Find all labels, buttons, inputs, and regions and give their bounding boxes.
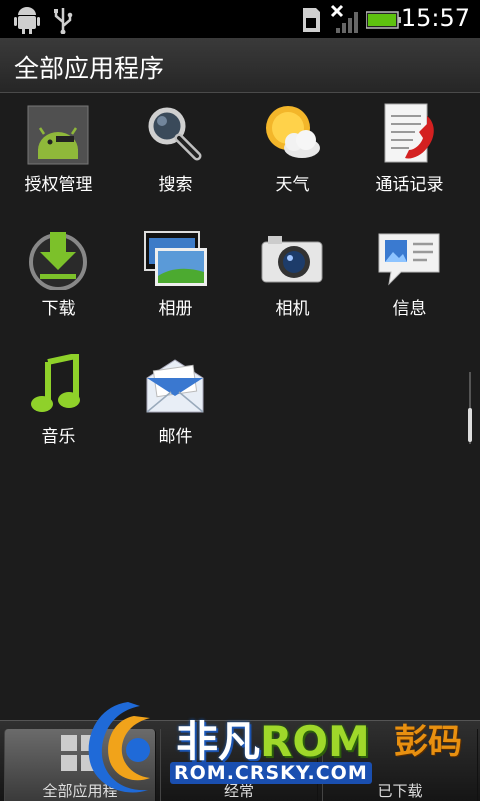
app-search[interactable]: 搜索 xyxy=(117,92,234,202)
battery-icon xyxy=(366,11,401,29)
app-superuser[interactable]: 授权管理 xyxy=(0,92,117,202)
app-label: 音乐 xyxy=(41,427,76,447)
music-icon xyxy=(31,354,80,412)
sd-card-icon xyxy=(303,8,320,32)
app-label: 天气 xyxy=(275,175,310,195)
app-label: 相机 xyxy=(275,299,310,319)
app-label: 下载 xyxy=(41,299,76,319)
watermark-brand: 非凡ROM xyxy=(176,717,370,766)
scrollbar[interactable] xyxy=(467,372,473,444)
app-label: 授权管理 xyxy=(24,175,93,195)
app-label: 相册 xyxy=(158,299,193,319)
watermark-site: ROM.CRSKY.COM xyxy=(170,762,372,784)
camera-icon xyxy=(261,236,323,283)
weather-icon xyxy=(266,106,320,158)
app-music[interactable]: 音乐 xyxy=(0,344,117,454)
app-grid: 授权管理 搜索 天气 通话记录 下载 相册 相机 信息 音乐 邮件 xyxy=(0,92,468,692)
app-mail[interactable]: 邮件 xyxy=(117,344,234,454)
usb-icon xyxy=(54,8,73,34)
header-bar: 全部应用程序 xyxy=(0,38,480,93)
app-label: 搜索 xyxy=(158,175,193,195)
scrollbar-thumb[interactable] xyxy=(468,408,472,442)
app-label: 通话记录 xyxy=(375,175,444,195)
status-bar: 15:57 xyxy=(0,0,480,38)
clock-time: 15:57 xyxy=(400,4,470,32)
call-log-icon xyxy=(384,103,434,163)
watermark-right-text: 彭码 xyxy=(394,722,462,762)
page-title: 全部应用程序 xyxy=(14,54,165,83)
mail-icon xyxy=(146,359,204,413)
app-call-log[interactable]: 通话记录 xyxy=(351,92,468,202)
no-signal-icon xyxy=(330,4,358,33)
app-label: 信息 xyxy=(392,299,427,319)
android-debug-icon xyxy=(14,7,40,34)
app-gallery[interactable]: 相册 xyxy=(117,216,234,326)
swirl-logo-icon xyxy=(88,702,150,793)
app-download[interactable]: 下载 xyxy=(0,216,117,326)
search-icon xyxy=(148,107,202,161)
watermark-logo: 非凡ROM ROM.CRSKY.COM 彭码 xyxy=(78,690,478,800)
download-icon xyxy=(29,232,87,290)
app-messages[interactable]: 信息 xyxy=(351,216,468,326)
superuser-icon xyxy=(27,105,89,165)
app-camera[interactable]: 相机 xyxy=(234,216,351,326)
app-label: 邮件 xyxy=(158,427,193,447)
gallery-icon xyxy=(144,231,207,286)
app-weather[interactable]: 天气 xyxy=(234,92,351,202)
messages-icon xyxy=(378,233,440,286)
